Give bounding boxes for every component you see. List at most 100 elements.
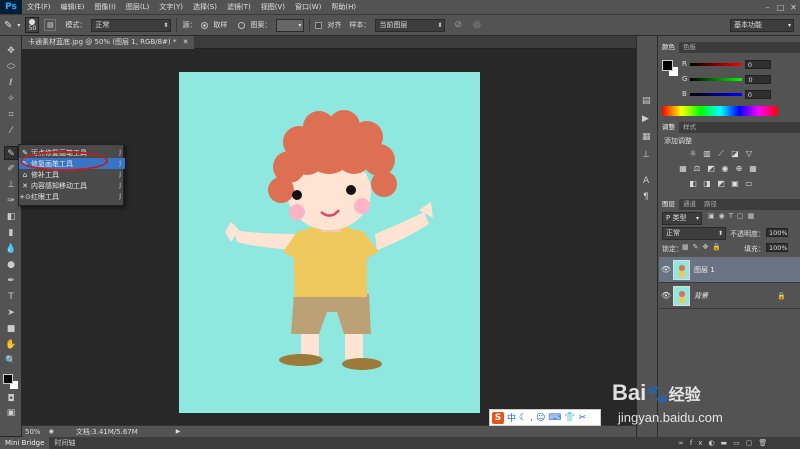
vibrance-icon[interactable]: ▽ <box>744 149 754 158</box>
eye-icon[interactable]: 👁 <box>659 265 673 274</box>
ime-language[interactable]: 中 <box>507 411 516 424</box>
fill-value[interactable]: 100% <box>766 243 788 252</box>
blue-slider[interactable] <box>689 92 742 96</box>
red-slider[interactable] <box>689 62 742 66</box>
maximize-icon[interactable]: □ <box>774 3 787 12</box>
red-eye-tool-item[interactable]: +⊙ 红眼工具 J <box>19 191 125 202</box>
blur-tool-icon[interactable]: 💧 <box>4 242 18 256</box>
close-tab-icon[interactable]: ✕ <box>183 38 189 46</box>
lasso-tool-icon[interactable]: ℓ <box>4 76 18 90</box>
layer-row-layer1[interactable]: 👁 图层 1 <box>659 257 800 283</box>
shape-tool-icon[interactable]: ■ <box>4 322 18 336</box>
screen-mode-icon[interactable]: ▣ <box>4 406 18 420</box>
red-value[interactable]: 0 <box>744 59 771 69</box>
eye-icon[interactable]: 👁 <box>659 291 673 300</box>
keyboard-icon[interactable]: ⌨ <box>548 413 561 423</box>
quick-mask-icon[interactable]: ◘ <box>4 392 18 406</box>
layer-name[interactable]: 背景 <box>694 291 708 301</box>
tab-mini-bridge[interactable]: Mini Bridge <box>0 437 50 449</box>
minimize-icon[interactable]: – <box>761 3 774 12</box>
ignore-adjustment-icon[interactable]: ⊘ <box>454 20 462 30</box>
posterize-icon[interactable]: ◨ <box>702 179 712 188</box>
black-white-icon[interactable]: ◩ <box>706 164 716 173</box>
clone-source-panel-icon[interactable]: ⊥ <box>642 150 650 160</box>
layer-row-background[interactable]: 👁 背景 🔒 <box>659 283 800 309</box>
blend-mode-select[interactable]: 正常 ⬍ <box>662 227 726 240</box>
content-aware-move-item[interactable]: ✕ 内容感知移动工具 J <box>19 180 125 191</box>
menu-help[interactable]: 帮助(H) <box>326 2 361 12</box>
history-brush-tool-icon[interactable]: ✑ <box>4 194 18 208</box>
menu-file[interactable]: 文件(F) <box>22 2 56 12</box>
moon-icon[interactable]: ☾ <box>519 413 527 423</box>
blue-value[interactable]: 0 <box>744 89 771 99</box>
green-value[interactable]: 0 <box>745 74 772 84</box>
tab-color[interactable]: 颜色 <box>658 42 679 53</box>
selective-color-icon[interactable]: ▣ <box>730 179 740 188</box>
brush-settings-icon[interactable]: ▤ <box>44 19 57 31</box>
menu-view[interactable]: 视图(V) <box>256 2 290 12</box>
menu-edit[interactable]: 编辑(E) <box>56 2 90 12</box>
lock-icons[interactable]: ▦✎✥🔒 <box>682 243 725 251</box>
color-lookup-icon[interactable]: ▦ <box>748 164 758 173</box>
gradient-map-icon[interactable]: ▭ <box>744 179 754 188</box>
status-arrow-icon[interactable]: ▶ <box>176 428 181 435</box>
menu-image[interactable]: 图像(I) <box>89 2 121 12</box>
actions-panel-icon[interactable]: ▶ <box>642 114 649 124</box>
exposure-icon[interactable]: ◪ <box>730 149 740 158</box>
foreground-color-chip[interactable] <box>662 60 673 71</box>
color-balance-icon[interactable]: ⚖ <box>692 164 702 173</box>
clone-stamp-tool-icon[interactable]: ⊥ <box>4 178 18 192</box>
close-icon[interactable]: ✕ <box>787 3 800 12</box>
pen-tool-icon[interactable]: ✒ <box>4 274 18 288</box>
aligned-checkbox[interactable] <box>315 21 323 29</box>
source-pattern-radio[interactable] <box>238 21 246 29</box>
character-panel-icon[interactable]: A <box>643 176 649 186</box>
move-tool-icon[interactable]: ✥ <box>4 44 18 58</box>
tab-paths[interactable]: 路径 <box>700 199 721 210</box>
tools-icon[interactable]: ✂ <box>579 413 587 423</box>
emoji-icon[interactable]: ☺ <box>536 413 545 423</box>
punctuation-icon[interactable]: , <box>530 413 533 423</box>
healing-brush-tool-icon[interactable]: ✎ <box>4 146 18 160</box>
type-tool-icon[interactable]: T <box>4 290 18 304</box>
tab-adjustments[interactable]: 调整 <box>658 122 679 133</box>
chevron-down-icon[interactable]: ▾ <box>17 22 20 29</box>
curves-icon[interactable]: ⟋ <box>716 149 726 158</box>
quick-select-tool-icon[interactable]: ✧ <box>4 92 18 106</box>
green-slider[interactable] <box>690 77 743 81</box>
history-panel-icon[interactable]: ▤ <box>642 96 651 106</box>
layer-filter-select[interactable]: P 类型 ▾ <box>662 212 702 225</box>
invert-icon[interactable]: ◧ <box>688 179 698 188</box>
menu-filter[interactable]: 滤镜(T) <box>222 2 256 12</box>
brush-tool-icon[interactable]: ✐ <box>4 162 18 176</box>
brush-panel-icon[interactable]: ▦ <box>642 132 651 142</box>
eyedropper-tool-icon[interactable]: ⁄ <box>4 124 18 138</box>
levels-icon[interactable]: ▥ <box>702 149 712 158</box>
hand-tool-icon[interactable]: ✋ <box>4 338 18 352</box>
mode-select[interactable]: 正常 ⬍ <box>91 18 172 32</box>
document-image[interactable] <box>179 72 480 413</box>
menu-layer[interactable]: 图层(L) <box>121 2 154 12</box>
pattern-picker[interactable]: ▾ <box>276 18 305 32</box>
workspace-select[interactable]: 基本功能 ▾ <box>730 18 794 32</box>
tab-timeline[interactable]: 时间轴 <box>49 437 80 449</box>
tab-channels[interactable]: 通道 <box>679 199 700 210</box>
hue-sat-icon[interactable]: ▦ <box>678 164 688 173</box>
crop-tool-icon[interactable]: ⌗ <box>4 108 18 122</box>
status-menu-icon[interactable]: ◉ <box>49 428 54 435</box>
paragraph-panel-icon[interactable]: ¶ <box>643 192 649 202</box>
tab-styles[interactable]: 样式 <box>679 122 700 133</box>
tab-layers[interactable]: 图层 <box>658 199 679 210</box>
layer-name[interactable]: 图层 1 <box>694 265 715 275</box>
source-sampled-radio[interactable] <box>201 21 209 29</box>
menu-window[interactable]: 窗口(W) <box>290 2 326 12</box>
path-select-tool-icon[interactable]: ➤ <box>4 306 18 320</box>
dodge-tool-icon[interactable]: ● <box>4 258 18 272</box>
menu-type[interactable]: 文字(Y) <box>154 2 188 12</box>
tab-swatches[interactable]: 色板 <box>679 42 700 53</box>
gradient-tool-icon[interactable]: ▮ <box>4 226 18 240</box>
channel-mixer-icon[interactable]: ⊕ <box>734 164 744 173</box>
color-spectrum[interactable] <box>662 106 778 116</box>
sample-select[interactable]: 当前图层 ⬍ <box>375 18 446 32</box>
foreground-color-swatch[interactable] <box>3 374 13 384</box>
